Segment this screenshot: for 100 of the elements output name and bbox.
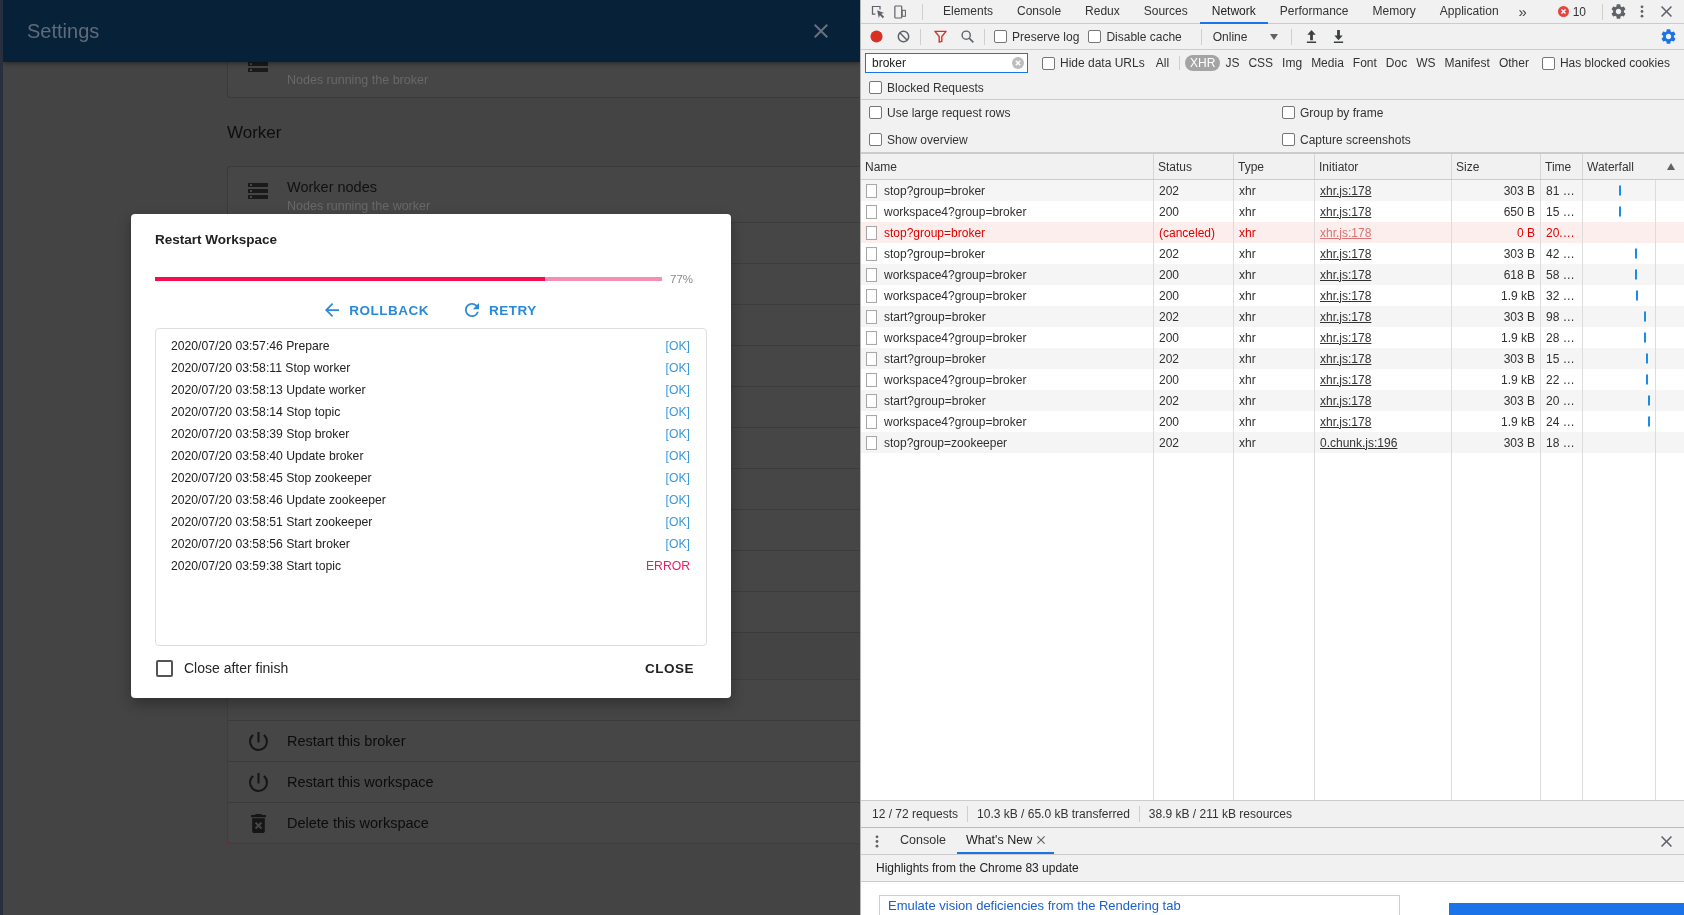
type-filter-button[interactable]: JS [1221, 55, 1244, 71]
initiator-link[interactable]: xhr.js:178 [1320, 330, 1372, 345]
column-header[interactable]: Initiator [1315, 154, 1452, 179]
checkbox[interactable] [1042, 56, 1055, 70]
log-status: [OK] [665, 427, 690, 441]
initiator-link[interactable]: xhr.js:178 [1320, 414, 1372, 429]
request-row[interactable]: stop?group=broker 202 xhr xhr.js:178 303 B 81 … [861, 180, 1684, 201]
request-name: stop?group=zookeeper [884, 435, 1008, 450]
panel-tab[interactable]: Performance [1267, 0, 1361, 24]
checkbox-label[interactable]: Disable cache [1106, 29, 1182, 44]
more-options-icon[interactable] [875, 834, 879, 848]
filter-icon[interactable] [934, 30, 947, 43]
close-icon[interactable] [814, 24, 828, 38]
waterfall-bar [1636, 290, 1639, 301]
drawer-tab[interactable]: Console [891, 828, 955, 854]
article-link[interactable]: Emulate vision deficiencies from the Rendering tab [888, 898, 1181, 913]
column-header[interactable]: Waterfall [1583, 154, 1684, 179]
clear-icon[interactable] [897, 30, 910, 43]
caret-icon [1269, 33, 1278, 40]
type-filter-button[interactable]: Img [1278, 55, 1307, 71]
record-icon[interactable] [870, 30, 883, 43]
checkbox[interactable] [869, 81, 882, 94]
download-icon[interactable] [1331, 30, 1345, 43]
page-title: Settings [27, 19, 100, 43]
panel-tab[interactable]: Redux [1073, 0, 1132, 24]
close-icon[interactable] [1661, 6, 1672, 17]
close-icon[interactable] [1661, 835, 1672, 847]
initiator-link[interactable]: xhr.js:178 [1320, 351, 1372, 366]
initiator-link[interactable]: xhr.js:178 [1320, 246, 1372, 261]
log-entry: 2020/07/20 03:59:38 Start topic [171, 559, 342, 573]
checkbox[interactable] [869, 106, 882, 119]
filter-input[interactable]: broker [865, 53, 1028, 73]
checkbox-label[interactable]: Blocked Requests [887, 80, 984, 95]
throttling-dropdown[interactable]: Online [1208, 26, 1281, 47]
panel-tab[interactable]: Elements [931, 0, 1006, 24]
close-icon[interactable] [1037, 836, 1046, 844]
request-row[interactable]: stop?group=zookeeper 202 xhr 0.chunk.js:196 303 B 18 … [861, 432, 1684, 453]
column-header[interactable]: Time [1541, 154, 1583, 179]
checkbox[interactable] [1088, 30, 1102, 43]
file-icon [866, 246, 877, 261]
checkbox-label[interactable]: Has blocked cookies [1559, 56, 1670, 70]
device-toolbar-icon[interactable] [894, 4, 906, 19]
panel-tab[interactable]: Application [1427, 0, 1511, 24]
server-icon [248, 183, 268, 199]
initiator-link[interactable]: xhr.js:178 [1320, 267, 1372, 282]
type-filter-button[interactable]: Font [1348, 55, 1381, 71]
log-status: [OK] [665, 339, 690, 353]
initiator-link[interactable]: xhr.js:178 [1320, 372, 1372, 387]
type-filter-button[interactable]: CSS [1244, 55, 1278, 71]
column-header[interactable]: Size [1452, 154, 1541, 179]
column-header[interactable]: Name [861, 154, 1154, 179]
checkbox-label[interactable]: Preserve log [1012, 29, 1080, 44]
settings-icon[interactable] [1611, 4, 1626, 19]
checkbox-label[interactable]: Capture screenshots [1300, 132, 1411, 147]
rollback-button[interactable]: ROLLBACK [321, 295, 433, 325]
initiator-link[interactable]: xhr.js:178 [1320, 183, 1372, 198]
checkbox-label[interactable]: Hide data URLs [1060, 56, 1145, 70]
checkbox[interactable] [994, 30, 1007, 43]
more-tabs-button[interactable]: » [1510, 0, 1535, 23]
column-header[interactable]: Status [1154, 154, 1234, 179]
checkbox-label[interactable]: Show overview [887, 132, 968, 147]
type-filter-button[interactable]: Other [1494, 55, 1533, 71]
checkbox-label[interactable]: Close after finish [184, 660, 289, 676]
checkbox-label[interactable]: Group by frame [1300, 105, 1384, 120]
initiator-link[interactable]: xhr.js:178 [1320, 309, 1372, 324]
initiator-link[interactable]: xhr.js:178 [1320, 204, 1372, 219]
settings-icon[interactable] [1661, 29, 1676, 44]
error-counter[interactable]: 10 [1557, 4, 1586, 19]
type-filter-button[interactable]: Media [1307, 55, 1348, 71]
request-row[interactable]: stop?group=broker (canceled) xhr xhr.js:178 0 B 20.… [861, 222, 1684, 243]
waterfall-bar [1644, 311, 1647, 322]
arrow-left-icon [325, 303, 340, 317]
type-filter-button[interactable]: Manifest [1440, 55, 1494, 71]
checkbox[interactable] [1541, 56, 1555, 70]
checkbox[interactable] [1282, 133, 1295, 146]
panel-tab[interactable]: Memory [1360, 0, 1428, 24]
checkbox-label[interactable]: Use large request rows [887, 105, 1011, 120]
close-button[interactable]: CLOSE [632, 656, 707, 680]
inspect-element-icon[interactable] [871, 4, 885, 19]
upload-icon[interactable] [1304, 30, 1318, 43]
retry-button[interactable]: RETRY [461, 295, 541, 325]
initiator-link[interactable]: xhr.js:178 [1320, 288, 1372, 303]
type-filter-button[interactable]: WS [1412, 55, 1440, 71]
panel-tab[interactable]: Console [1005, 0, 1074, 24]
request-row[interactable]: start?group=broker 202 xhr xhr.js:178 303 B 98 … [861, 306, 1684, 327]
request-row[interactable]: start?group=broker 202 xhr xhr.js:178 303 B 20 … [861, 390, 1684, 411]
checkbox[interactable] [156, 659, 173, 677]
initiator-link[interactable]: 0.chunk.js:196 [1320, 435, 1398, 450]
request-row[interactable]: workspace4?group=broker 200 xhr xhr.js:178 618 B 58 … [861, 264, 1684, 285]
checkbox[interactable] [1282, 106, 1295, 119]
request-row[interactable]: start?group=broker 202 xhr xhr.js:178 303 B 15 … [861, 348, 1684, 369]
panel-tab[interactable]: Sources [1131, 0, 1200, 24]
type-filter-button[interactable]: Doc [1381, 55, 1412, 71]
checkbox[interactable] [869, 133, 882, 146]
more-options-icon[interactable] [1640, 5, 1644, 18]
initiator-link[interactable]: xhr.js:178 [1320, 393, 1372, 408]
log-entry: 2020/07/20 03:58:56 Start broker [171, 537, 350, 551]
search-icon[interactable] [961, 30, 974, 43]
column-header[interactable]: Type [1234, 154, 1315, 179]
type-filter-button[interactable]: All [1151, 55, 1174, 71]
